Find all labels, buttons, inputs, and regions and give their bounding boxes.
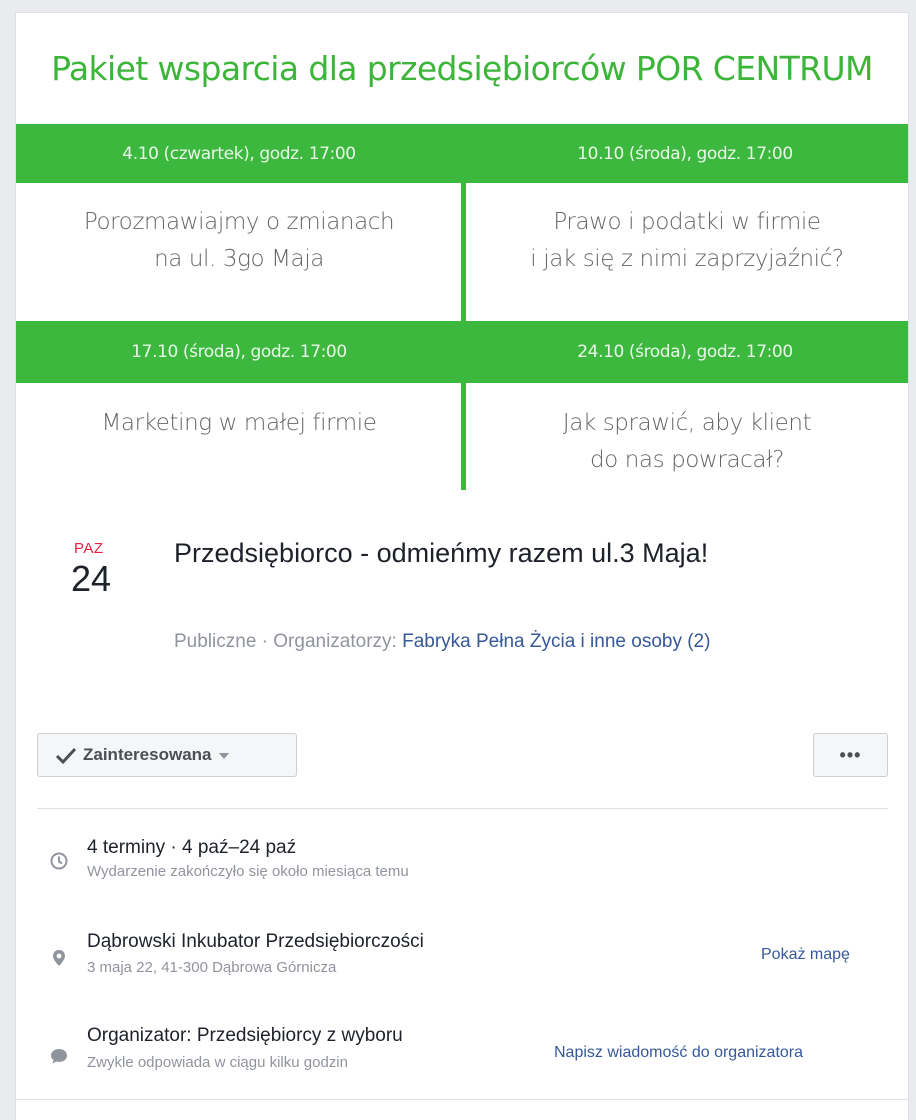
session-topic: Marketing w małej firmie (101, 410, 377, 436)
more-options-button[interactable]: ••• (813, 733, 888, 777)
session-topic: Porozmawiajmy o zmianach na ul. 3go Maja (83, 209, 395, 272)
location-address: 3 maja 22, 41-300 Dąbrowa Górnicza (87, 959, 337, 976)
session-date: 4.10 (czwartek), godz. 17:00 (122, 143, 356, 164)
message-bubble-icon (51, 1049, 67, 1064)
session-topic: Prawo i podatki w firmie i jak się z nimi… (530, 209, 844, 272)
organizers-link[interactable]: Fabryka Pełna Życia i inne osoby (2) (402, 631, 710, 652)
interested-label: Zainteresowana (83, 745, 212, 764)
message-organizer-link[interactable]: Napisz wiadomość do organizatora (554, 1044, 803, 1062)
clock-icon (50, 852, 68, 870)
divider (16, 1099, 908, 1100)
session-topic: Jak sprawić, aby klient do nas powracał? (562, 410, 812, 473)
event-privacy-organizers: Publiczne · Organizatorzy: (174, 631, 403, 652)
event-title: Przedsiębiorco - odmieńmy razem ul.3 Maj… (174, 538, 709, 568)
event-date-day: 24 (71, 558, 112, 599)
banner-title: Pakiet wsparcia dla przedsiębiorców POR … (51, 49, 873, 88)
banner-date-bar: 17.10 (środa), godz. 17:00 24.10 (środa)… (16, 321, 908, 383)
event-cover-image[interactable]: Pakiet wsparcia dla przedsiębiorców POR … (16, 13, 908, 490)
event-date-month: PAZ (74, 540, 104, 557)
event-schedule: 4 terminy · 4 paź–24 paź (87, 837, 297, 858)
session-date: 24.10 (środa), godz. 17:00 (577, 342, 793, 362)
dropdown-caret-icon (218, 753, 229, 759)
show-map-link[interactable]: Pokaż mapę (761, 946, 850, 964)
location-name[interactable]: Dąbrowski Inkubator Przedsiębiorczości (87, 930, 424, 954)
divider (37, 808, 888, 809)
session-date: 10.10 (środa), godz. 17:00 (577, 143, 793, 164)
session-date: 17.10 (środa), godz. 17:00 (131, 342, 347, 362)
location-pin-icon (53, 950, 65, 966)
checkmark-icon (55, 747, 77, 765)
banner-date-bar: 4.10 (czwartek), godz. 17:00 10.10 (środ… (16, 124, 908, 183)
organizer-response-time: Zwykle odpowiada w ciągu kilku godzin (87, 1054, 348, 1071)
event-card: Pakiet wsparcia dla przedsiębiorców POR … (15, 12, 909, 1120)
event-status: Wydarzenie zakończyło się około miesiąca… (87, 863, 409, 880)
interested-button[interactable]: Zainteresowana (37, 733, 297, 777)
organizer-name[interactable]: Organizator: Przedsiębiorcy z wyboru (87, 1024, 403, 1048)
event-meta: Publiczne · Organizatorzy: Fabryka Pełna… (174, 629, 854, 655)
